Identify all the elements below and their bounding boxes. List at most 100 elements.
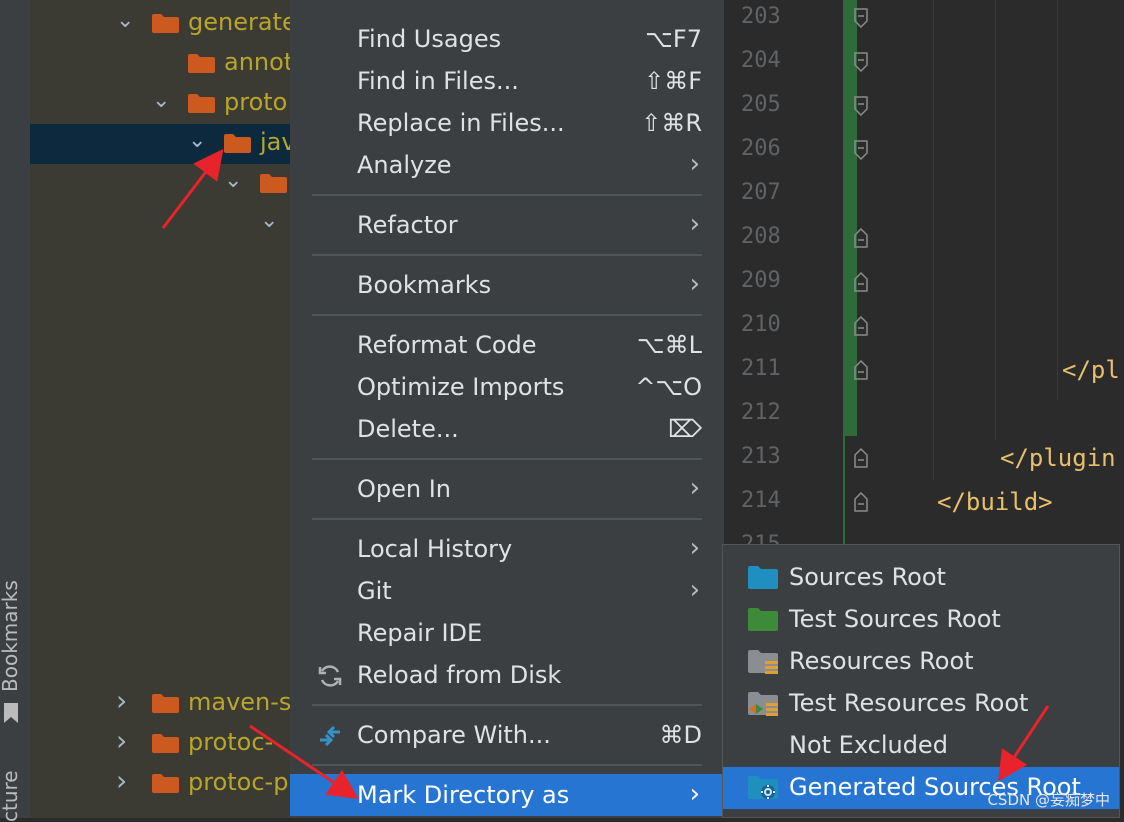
menu-separator	[312, 764, 702, 766]
tree-row-label: annot	[224, 48, 290, 76]
line-number: 207	[741, 180, 781, 205]
tree-row[interactable]: ⌄	[30, 204, 290, 244]
line-number: 212	[741, 400, 781, 425]
folder-icon	[152, 774, 179, 793]
test-resources-root-folder-icon	[748, 692, 778, 716]
bookmarks-tool-tab[interactable]: Bookmarks	[0, 580, 22, 692]
menu-item-analyze[interactable]: Analyze ›	[290, 144, 724, 186]
chevron-down-icon[interactable]: ⌄	[188, 128, 206, 153]
menu-item-label: Open In	[357, 475, 452, 503]
tree-row[interactable]: › maven-s	[30, 684, 290, 724]
chevron-down-icon[interactable]: ⌄	[260, 208, 278, 233]
submenu-item-resources-root[interactable]: Resources Root	[723, 641, 1119, 683]
tree-row[interactable]: › protoc-p	[30, 764, 290, 804]
chevron-right-icon[interactable]: ›	[116, 724, 127, 757]
code-line-214[interactable]: </build>	[937, 488, 1053, 516]
line-number: 205	[741, 92, 781, 117]
fold-marker-icon[interactable]	[854, 316, 868, 336]
menu-item-refactor[interactable]: Refactor ›	[290, 204, 724, 246]
menu-item-label: Reformat Code	[357, 331, 537, 359]
submenu-item-label: Resources Root	[789, 647, 974, 675]
line-number: 209	[741, 268, 781, 293]
submenu-item-label: Test Sources Root	[789, 605, 1001, 633]
fold-marker-icon[interactable]	[854, 492, 868, 512]
chevron-down-icon[interactable]: ⌄	[116, 8, 134, 33]
chevron-right-icon[interactable]: ›	[116, 764, 127, 797]
menu-item-label: Reload from Disk	[357, 661, 562, 689]
sources-root-folder-icon	[748, 566, 778, 589]
menu-item-label: Replace in Files...	[357, 109, 565, 137]
submenu-chevron-right-icon: ›	[689, 473, 700, 503]
context-menu: Find Usages ⌥F7 Find in Files... ⇧⌘F Replace…	[290, 0, 724, 818]
chevron-right-icon[interactable]: ›	[116, 684, 127, 717]
watermark: CSDN @妄痴梦中	[987, 791, 1110, 809]
fold-marker-icon[interactable]	[854, 140, 868, 160]
line-number: 204	[741, 48, 781, 73]
menu-item-open-in[interactable]: Open In ›	[290, 468, 724, 510]
fold-marker-icon[interactable]	[854, 360, 868, 380]
tree-row[interactable]: ⌄	[30, 164, 290, 204]
folder-icon	[152, 14, 179, 33]
indent-guide	[995, 0, 996, 440]
code-line-213[interactable]: </plugin	[1000, 444, 1116, 472]
tree-row[interactable]: ⌄ proto	[30, 84, 290, 124]
reload-icon	[318, 665, 342, 687]
menu-item-reload-from-disk[interactable]: Reload from Disk	[290, 654, 724, 696]
structure-tool-tab[interactable]: cture	[0, 770, 22, 822]
fold-marker-icon[interactable]	[854, 448, 868, 468]
tree-row[interactable]: › protoc-	[30, 724, 290, 764]
left-tool-strip: Bookmarks cture	[0, 0, 30, 822]
submenu-item-not-excluded[interactable]: Not Excluded	[723, 725, 1119, 767]
bookmark-icon[interactable]	[2, 702, 20, 724]
line-number: 213	[741, 444, 781, 469]
menu-item-reformat-code[interactable]: Reformat Code ⌥⌘L	[290, 324, 724, 366]
menu-item-mark-directory-as[interactable]: Mark Directory as ›	[290, 774, 724, 816]
submenu-item-test-resources-root[interactable]: Test Resources Root	[723, 683, 1119, 725]
menu-item-git[interactable]: Git ›	[290, 570, 724, 612]
folder-icon	[152, 694, 179, 713]
submenu-item-test-sources-root[interactable]: Test Sources Root	[723, 599, 1119, 641]
fold-marker-icon[interactable]	[854, 272, 868, 292]
menu-item-bookmarks[interactable]: Bookmarks ›	[290, 264, 724, 306]
menu-separator	[312, 254, 702, 256]
menu-item-replace-in-files[interactable]: Replace in Files... ⇧⌘R	[290, 102, 724, 144]
menu-item-shortcut: ⌥⌘L	[636, 331, 702, 359]
fold-marker-icon[interactable]	[854, 8, 868, 28]
menu-item-find-usages[interactable]: Find Usages ⌥F7	[290, 18, 724, 60]
submenu-chevron-right-icon: ›	[689, 209, 700, 239]
compare-icon	[320, 725, 340, 747]
menu-item-label: Find Usages	[357, 25, 502, 53]
line-number: 208	[741, 224, 781, 249]
tree-row[interactable]: ⌄ jav	[30, 124, 290, 164]
menu-item-repair-ide[interactable]: Repair IDE	[290, 612, 724, 654]
menu-item-optimize-imports[interactable]: Optimize Imports ^⌥O	[290, 366, 724, 408]
submenu-chevron-right-icon: ›	[689, 149, 700, 179]
menu-item-label: Optimize Imports	[357, 373, 565, 401]
menu-item-shortcut: ⌥F7	[645, 25, 702, 53]
menu-item-compare-with[interactable]: Compare With... ⌘D	[290, 714, 724, 756]
tree-row[interactable]: annot	[30, 44, 290, 84]
chevron-down-icon[interactable]: ⌄	[224, 168, 242, 193]
menu-separator	[312, 314, 702, 316]
fold-marker-icon[interactable]	[854, 96, 868, 116]
chevron-down-icon[interactable]: ⌄	[152, 88, 170, 113]
fold-marker-icon[interactable]	[854, 52, 868, 72]
tree-row[interactable]: ⌄ generate	[30, 4, 290, 44]
submenu-item-label: Sources Root	[789, 563, 946, 591]
menu-item-delete[interactable]: Delete... ⌦	[290, 408, 724, 450]
submenu-chevron-right-icon: ›	[689, 575, 700, 605]
submenu-item-label: Test Resources Root	[789, 689, 1029, 717]
menu-item-find-in-files[interactable]: Find in Files... ⇧⌘F	[290, 60, 724, 102]
menu-item-local-history[interactable]: Local History ›	[290, 528, 724, 570]
folder-icon	[188, 54, 215, 73]
tree-row-label: jav	[260, 128, 290, 156]
folder-icon	[188, 94, 215, 113]
submenu-item-sources-root[interactable]: Sources Root	[723, 557, 1119, 599]
indent-guide	[1057, 0, 1058, 400]
menu-item-shortcut: ⇧⌘F	[644, 67, 702, 95]
line-number: 210	[741, 312, 781, 337]
fold-marker-icon[interactable]	[854, 228, 868, 248]
code-line-211[interactable]: </pl	[1062, 356, 1120, 384]
vcs-change-line	[843, 436, 845, 546]
tree-row-label: protoc-	[188, 728, 274, 756]
